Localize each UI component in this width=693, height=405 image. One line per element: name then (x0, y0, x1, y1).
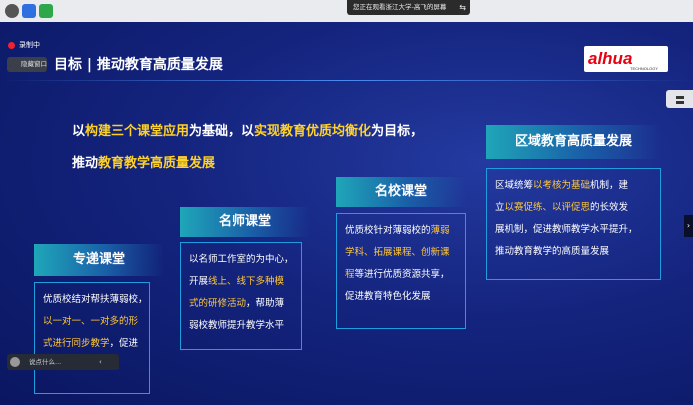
card-text: 优质校结对帮扶薄弱校， (43, 294, 148, 305)
card-text: 推动教育教学的高质量发展 (495, 246, 610, 257)
dahua-logo: alhua TECHNOLOGY (584, 46, 668, 72)
card-title-mingshi: 名师课堂 (180, 207, 310, 237)
signal-icon[interactable] (39, 4, 53, 18)
card-line: 式进行同步教学，促进 (43, 333, 141, 355)
card-text: 的长效发 (590, 202, 629, 213)
chat-input-bar[interactable]: 说点什么... ‹ (7, 354, 119, 370)
card-highlight-text: 以考核为基础 (533, 180, 591, 191)
card-line: 优质校针对薄弱校的薄弱 (345, 220, 457, 242)
logo-text: alhua (588, 49, 632, 68)
card-highlight-text: 式进行同步教学 (43, 338, 110, 349)
record-icon[interactable] (5, 4, 19, 18)
card-highlight-text: 程 (345, 269, 355, 280)
chevron-left-icon[interactable]: ‹ (99, 354, 102, 370)
swap-icon[interactable]: ⇆ (459, 0, 466, 15)
card-title-zhuandi: 专递课堂 (34, 244, 164, 276)
intro-line-1: 以构建三个课堂应用为基础，以实现教育优质均衡化为目标， (72, 120, 423, 139)
presentation-slide: 您正在观看浙江大学-高飞的屏幕 ⇆ 录制中 隐藏窗口 目标 | 推动教育高质量发… (0, 0, 693, 405)
card-text: 促进教育特色化发展 (345, 291, 431, 302)
card-body-zhuandi: 优质校结对帮扶薄弱校，以一对一、一对多的形式进行同步教学，促进教育基本均衡发展 (34, 282, 150, 394)
card-line: 优质校结对帮扶薄弱校， (43, 289, 148, 311)
card-line: 推动教育教学的高质量发展 (495, 241, 652, 263)
recording-dot-icon (8, 41, 15, 49)
side-panel-button[interactable]: 〓 (666, 90, 693, 108)
card-text: 开展 (189, 276, 209, 287)
card-title-quyu: 区域教育高质量发展 (486, 125, 661, 159)
card-line: 式的研修活动，帮助薄 (189, 293, 293, 315)
card-text: 区域统筹 (495, 180, 534, 191)
intro-highlight: 实现教育优质均衡化 (254, 124, 372, 139)
card-highlight-text: 式的研修活动 (189, 298, 247, 309)
recording-indicator: 录制中 (8, 40, 40, 50)
card-text: 弱校教师提升教学水平 (189, 320, 285, 331)
card-line: 开展线上、线下多种模 (189, 271, 293, 293)
hide-window-button[interactable]: 隐藏窗口 (7, 57, 47, 72)
screen-share-banner[interactable]: 您正在观看浙江大学-高飞的屏幕 ⇆ (347, 0, 470, 15)
card-body-mingshi: 以名师工作室的为中心， 开展线上、线下多种模 式的研修活动，帮助薄 弱校教师提升教学水… (180, 242, 302, 350)
share-text: 您正在观看浙江大学-高飞的屏幕 (353, 3, 447, 11)
card-line: 弱校教师提升教学水平 (189, 315, 293, 337)
intro-text: 为基础，以 (189, 124, 255, 139)
expand-tab[interactable]: › (684, 215, 693, 237)
card-body-quyu: 区域统筹以考核为基础机制，建 立以赛促练、以评促思的长效发 展机制，促进教师教学水平… (486, 168, 661, 280)
card-highlight-text: 以赛促练、以评促思 (504, 202, 591, 213)
slide-title: 目标 | 推动教育高质量发展 (54, 57, 223, 73)
card-highlight-text: 学科、拓展课程、创新课 (345, 247, 450, 258)
card-line: 学科、拓展课程、创新课 (345, 242, 457, 264)
card-line: 程等进行优质资源共享， (345, 264, 457, 286)
card-text: ，促进 (109, 338, 139, 349)
card-text: 等进行优质资源共享， (354, 269, 450, 280)
intro-highlight: 构建三个课堂应用 (85, 124, 190, 139)
card-line: 区域统筹以考核为基础机制，建 (495, 175, 652, 197)
card-line: 立以赛促练、以评促思的长效发 (495, 197, 652, 219)
card-highlight-text: 以一对一、一对多的形 (43, 316, 139, 327)
card-line: 促进教育特色化发展 (345, 286, 457, 308)
card-text: 以名师工作室的为中心， (189, 254, 294, 265)
card-highlight-text: 线上、线下多种模 (208, 276, 285, 287)
card-text: ，帮助薄 (246, 298, 285, 309)
intro-highlight: 教育教学高质量发展 (98, 156, 216, 171)
logo-sub: TECHNOLOGY (630, 66, 658, 71)
chevron-right-icon: › (686, 221, 691, 230)
recording-label: 录制中 (19, 41, 40, 49)
shield-icon[interactable] (22, 4, 36, 18)
card-line: 以名师工作室的为中心， (189, 249, 294, 271)
card-text: 优质校针对薄弱校的 (345, 225, 431, 236)
menu-icon: 〓 (675, 96, 685, 107)
card-highlight-text: 薄弱 (430, 225, 450, 236)
card-text: 机制，建 (590, 180, 629, 191)
pill-label: 隐藏窗口 (21, 60, 47, 68)
chat-placeholder: 说点什么... (29, 358, 62, 366)
card-text: 立 (495, 202, 505, 213)
intro-text: 为目标， (371, 124, 424, 139)
card-text: 展机制，促进教师教学水平提升， (495, 224, 638, 235)
card-body-mingxiao: 优质校针对薄弱校的薄弱 学科、拓展课程、创新课 程等进行优质资源共享， 促进教育特色化… (336, 213, 466, 329)
card-line: 展机制，促进教师教学水平提升， (495, 219, 652, 241)
title-divider (0, 80, 693, 81)
intro-line-2: 推动教育教学高质量发展 (72, 152, 215, 171)
card-title-mingxiao: 名校课堂 (336, 177, 466, 207)
intro-text: 以 (72, 124, 86, 139)
avatar (10, 357, 20, 367)
intro-text: 推动 (72, 156, 99, 171)
card-line: 以一对一、一对多的形 (43, 311, 141, 333)
